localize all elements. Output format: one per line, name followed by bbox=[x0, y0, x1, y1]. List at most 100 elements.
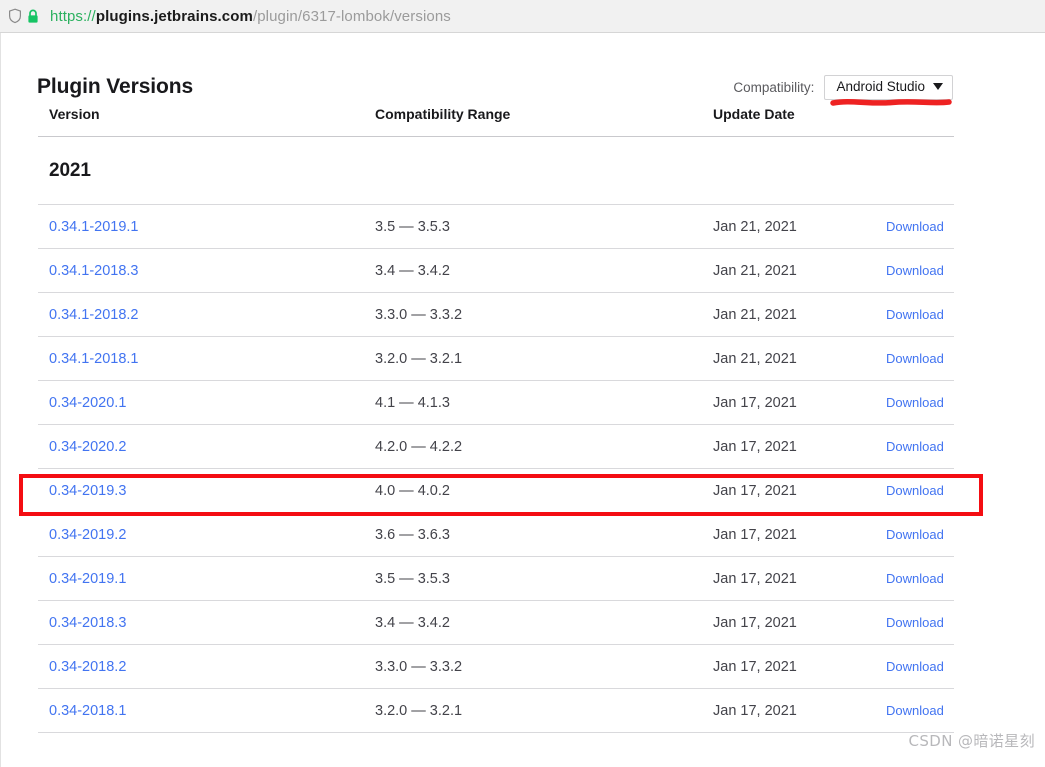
table-row: 0.34-2018.3 3.4 — 3.4.2 Jan 17, 2021 Downlo… bbox=[38, 601, 954, 645]
version-cell: 0.34.1-2018.3 bbox=[38, 262, 375, 280]
download-cell: Download bbox=[867, 438, 954, 456]
update-date-cell: Jan 17, 2021 bbox=[713, 702, 797, 719]
download-link[interactable]: Download bbox=[886, 483, 944, 498]
update-date-cell: Jan 17, 2021 bbox=[713, 482, 797, 499]
update-date-cell: Jan 17, 2021 bbox=[713, 526, 797, 543]
update-date-cell: Jan 21, 2021 bbox=[713, 306, 797, 323]
download-link[interactable]: Download bbox=[886, 527, 944, 542]
version-link[interactable]: 0.34-2020.2 bbox=[49, 439, 126, 455]
download-cell: Download bbox=[867, 262, 954, 280]
version-cell: 0.34-2018.2 bbox=[38, 658, 375, 676]
download-cell: Download bbox=[867, 218, 954, 236]
download-link[interactable]: Download bbox=[886, 439, 944, 454]
version-link[interactable]: 0.34-2019.3 bbox=[49, 483, 126, 499]
compatibility-range-cell: 3.2.0 — 3.2.1 bbox=[375, 702, 463, 719]
version-cell: 0.34.1-2018.1 bbox=[38, 350, 375, 368]
year-group-label: 2021 bbox=[49, 159, 91, 181]
version-cell: 0.34-2018.3 bbox=[38, 614, 375, 632]
update-date-cell: Jan 17, 2021 bbox=[713, 394, 797, 411]
compatibility-range-cell: 4.2.0 — 4.2.2 bbox=[375, 438, 463, 455]
version-link[interactable]: 0.34.1-2018.1 bbox=[49, 351, 139, 367]
download-link[interactable]: Download bbox=[886, 703, 944, 718]
download-link[interactable]: Download bbox=[886, 307, 944, 322]
browser-url-bar[interactable]: https://plugins.jetbrains.com/plugin/631… bbox=[0, 0, 1045, 33]
column-header-update-date: Update Date bbox=[713, 105, 795, 122]
update-date-cell: Jan 17, 2021 bbox=[713, 438, 797, 455]
download-cell: Download bbox=[867, 350, 954, 368]
table-row: 0.34.1-2018.2 3.3.0 — 3.3.2 Jan 21, 2021 Do… bbox=[38, 293, 954, 337]
table-row: 0.34-2018.1 3.2.0 — 3.2.1 Jan 17, 2021 Down… bbox=[38, 689, 954, 733]
version-link[interactable]: 0.34-2018.3 bbox=[49, 615, 126, 631]
download-cell: Download bbox=[867, 526, 954, 544]
version-cell: 0.34-2018.1 bbox=[38, 702, 375, 720]
version-link[interactable]: 0.34-2019.2 bbox=[49, 527, 126, 543]
url-text[interactable]: https://plugins.jetbrains.com/plugin/631… bbox=[50, 8, 451, 25]
version-cell: 0.34-2019.2 bbox=[38, 526, 375, 544]
download-cell: Download bbox=[867, 702, 954, 720]
download-cell: Download bbox=[867, 306, 954, 324]
version-cell: 0.34-2020.1 bbox=[38, 394, 375, 412]
column-header-compatibility-range: Compatibility Range bbox=[375, 105, 511, 122]
table-row: 0.34.1-2018.1 3.2.0 — 3.2.1 Jan 21, 2021 Do… bbox=[38, 337, 954, 381]
version-cell: 0.34.1-2018.2 bbox=[38, 306, 375, 324]
chevron-down-icon bbox=[933, 83, 943, 91]
compatibility-range-cell: 3.5 — 3.5.3 bbox=[375, 570, 450, 587]
download-link[interactable]: Download bbox=[886, 571, 944, 586]
compatibility-range-cell: 3.6 — 3.6.3 bbox=[375, 526, 450, 543]
table-row: 0.34-2019.3 4.0 — 4.0.2 Jan 17, 2021 Downlo… bbox=[38, 469, 954, 513]
download-cell: Download bbox=[867, 658, 954, 676]
version-link[interactable]: 0.34-2018.1 bbox=[49, 703, 126, 719]
compatibility-range-cell: 3.4 — 3.4.2 bbox=[375, 614, 450, 631]
download-link[interactable]: Download bbox=[886, 395, 944, 410]
version-link[interactable]: 0.34-2019.1 bbox=[49, 571, 126, 587]
update-date-cell: Jan 17, 2021 bbox=[713, 658, 797, 675]
download-link[interactable]: Download bbox=[886, 615, 944, 630]
download-cell: Download bbox=[867, 570, 954, 588]
download-cell: Download bbox=[867, 614, 954, 632]
version-link[interactable]: 0.34.1-2018.2 bbox=[49, 307, 139, 323]
page-header: Plugin Versions Compatibility: Android S… bbox=[1, 33, 1045, 106]
version-link[interactable]: 0.34-2020.1 bbox=[49, 395, 126, 411]
version-cell: 0.34-2019.3 bbox=[38, 482, 375, 500]
version-cell: 0.34-2019.1 bbox=[38, 570, 375, 588]
download-cell: Download bbox=[867, 394, 954, 412]
table-row: 0.34-2020.1 4.1 — 4.1.3 Jan 17, 2021 Downlo… bbox=[38, 381, 954, 425]
download-link[interactable]: Download bbox=[886, 659, 944, 674]
update-date-cell: Jan 21, 2021 bbox=[713, 350, 797, 367]
compatibility-range-cell: 3.4 — 3.4.2 bbox=[375, 262, 450, 279]
page-content: Plugin Versions Compatibility: Android S… bbox=[0, 33, 1045, 767]
compatibility-range-cell: 4.1 — 4.1.3 bbox=[375, 394, 450, 411]
download-link[interactable]: Download bbox=[886, 219, 944, 234]
plugin-versions-table: Version Compatibility Range Update Date … bbox=[38, 91, 954, 733]
table-row: 0.34.1-2019.1 3.5 — 3.5.3 Jan 21, 2021 Down… bbox=[38, 205, 954, 249]
download-link[interactable]: Download bbox=[886, 263, 944, 278]
url-host: plugins.jetbrains.com bbox=[95, 7, 253, 25]
download-cell: Download bbox=[867, 482, 954, 500]
version-link[interactable]: 0.34.1-2018.3 bbox=[49, 263, 139, 279]
table-row: 0.34-2018.2 3.3.0 — 3.3.2 Jan 17, 2021 Down… bbox=[38, 645, 954, 689]
table-row: 0.34-2019.1 3.5 — 3.5.3 Jan 17, 2021 Downlo… bbox=[38, 557, 954, 601]
table-row: 0.34-2019.2 3.6 — 3.6.3 Jan 17, 2021 Downlo… bbox=[38, 513, 954, 557]
table-header-row: Version Compatibility Range Update Date bbox=[38, 91, 954, 137]
shield-icon bbox=[6, 7, 24, 25]
table-row: 0.34-2020.2 4.2.0 — 4.2.2 Jan 17, 2021 Down… bbox=[38, 425, 954, 469]
compatibility-range-cell: 3.3.0 — 3.3.2 bbox=[375, 306, 463, 323]
update-date-cell: Jan 17, 2021 bbox=[713, 614, 797, 631]
version-link[interactable]: 0.34.1-2019.1 bbox=[49, 219, 139, 235]
watermark: CSDN @暗诺星刻 bbox=[908, 732, 1035, 750]
compatibility-range-cell: 3.2.0 — 3.2.1 bbox=[375, 350, 463, 367]
column-header-version: Version bbox=[49, 105, 100, 122]
table-row: 0.34.1-2018.3 3.4 — 3.4.2 Jan 21, 2021 Down… bbox=[38, 249, 954, 293]
version-cell: 0.34.1-2019.1 bbox=[38, 218, 375, 236]
compatibility-range-cell: 4.0 — 4.0.2 bbox=[375, 482, 450, 499]
version-cell: 0.34-2020.2 bbox=[38, 438, 375, 456]
table-body: 0.34.1-2019.1 3.5 — 3.5.3 Jan 21, 2021 Down… bbox=[38, 205, 954, 733]
lock-icon bbox=[24, 7, 42, 25]
update-date-cell: Jan 21, 2021 bbox=[713, 262, 797, 279]
url-path: /plugin/6317-lombok/versions bbox=[252, 7, 451, 25]
version-link[interactable]: 0.34-2018.2 bbox=[49, 659, 126, 675]
compatibility-range-cell: 3.3.0 — 3.3.2 bbox=[375, 658, 463, 675]
year-group-row: 2021 bbox=[38, 137, 954, 205]
download-link[interactable]: Download bbox=[886, 351, 944, 366]
update-date-cell: Jan 17, 2021 bbox=[713, 570, 797, 587]
